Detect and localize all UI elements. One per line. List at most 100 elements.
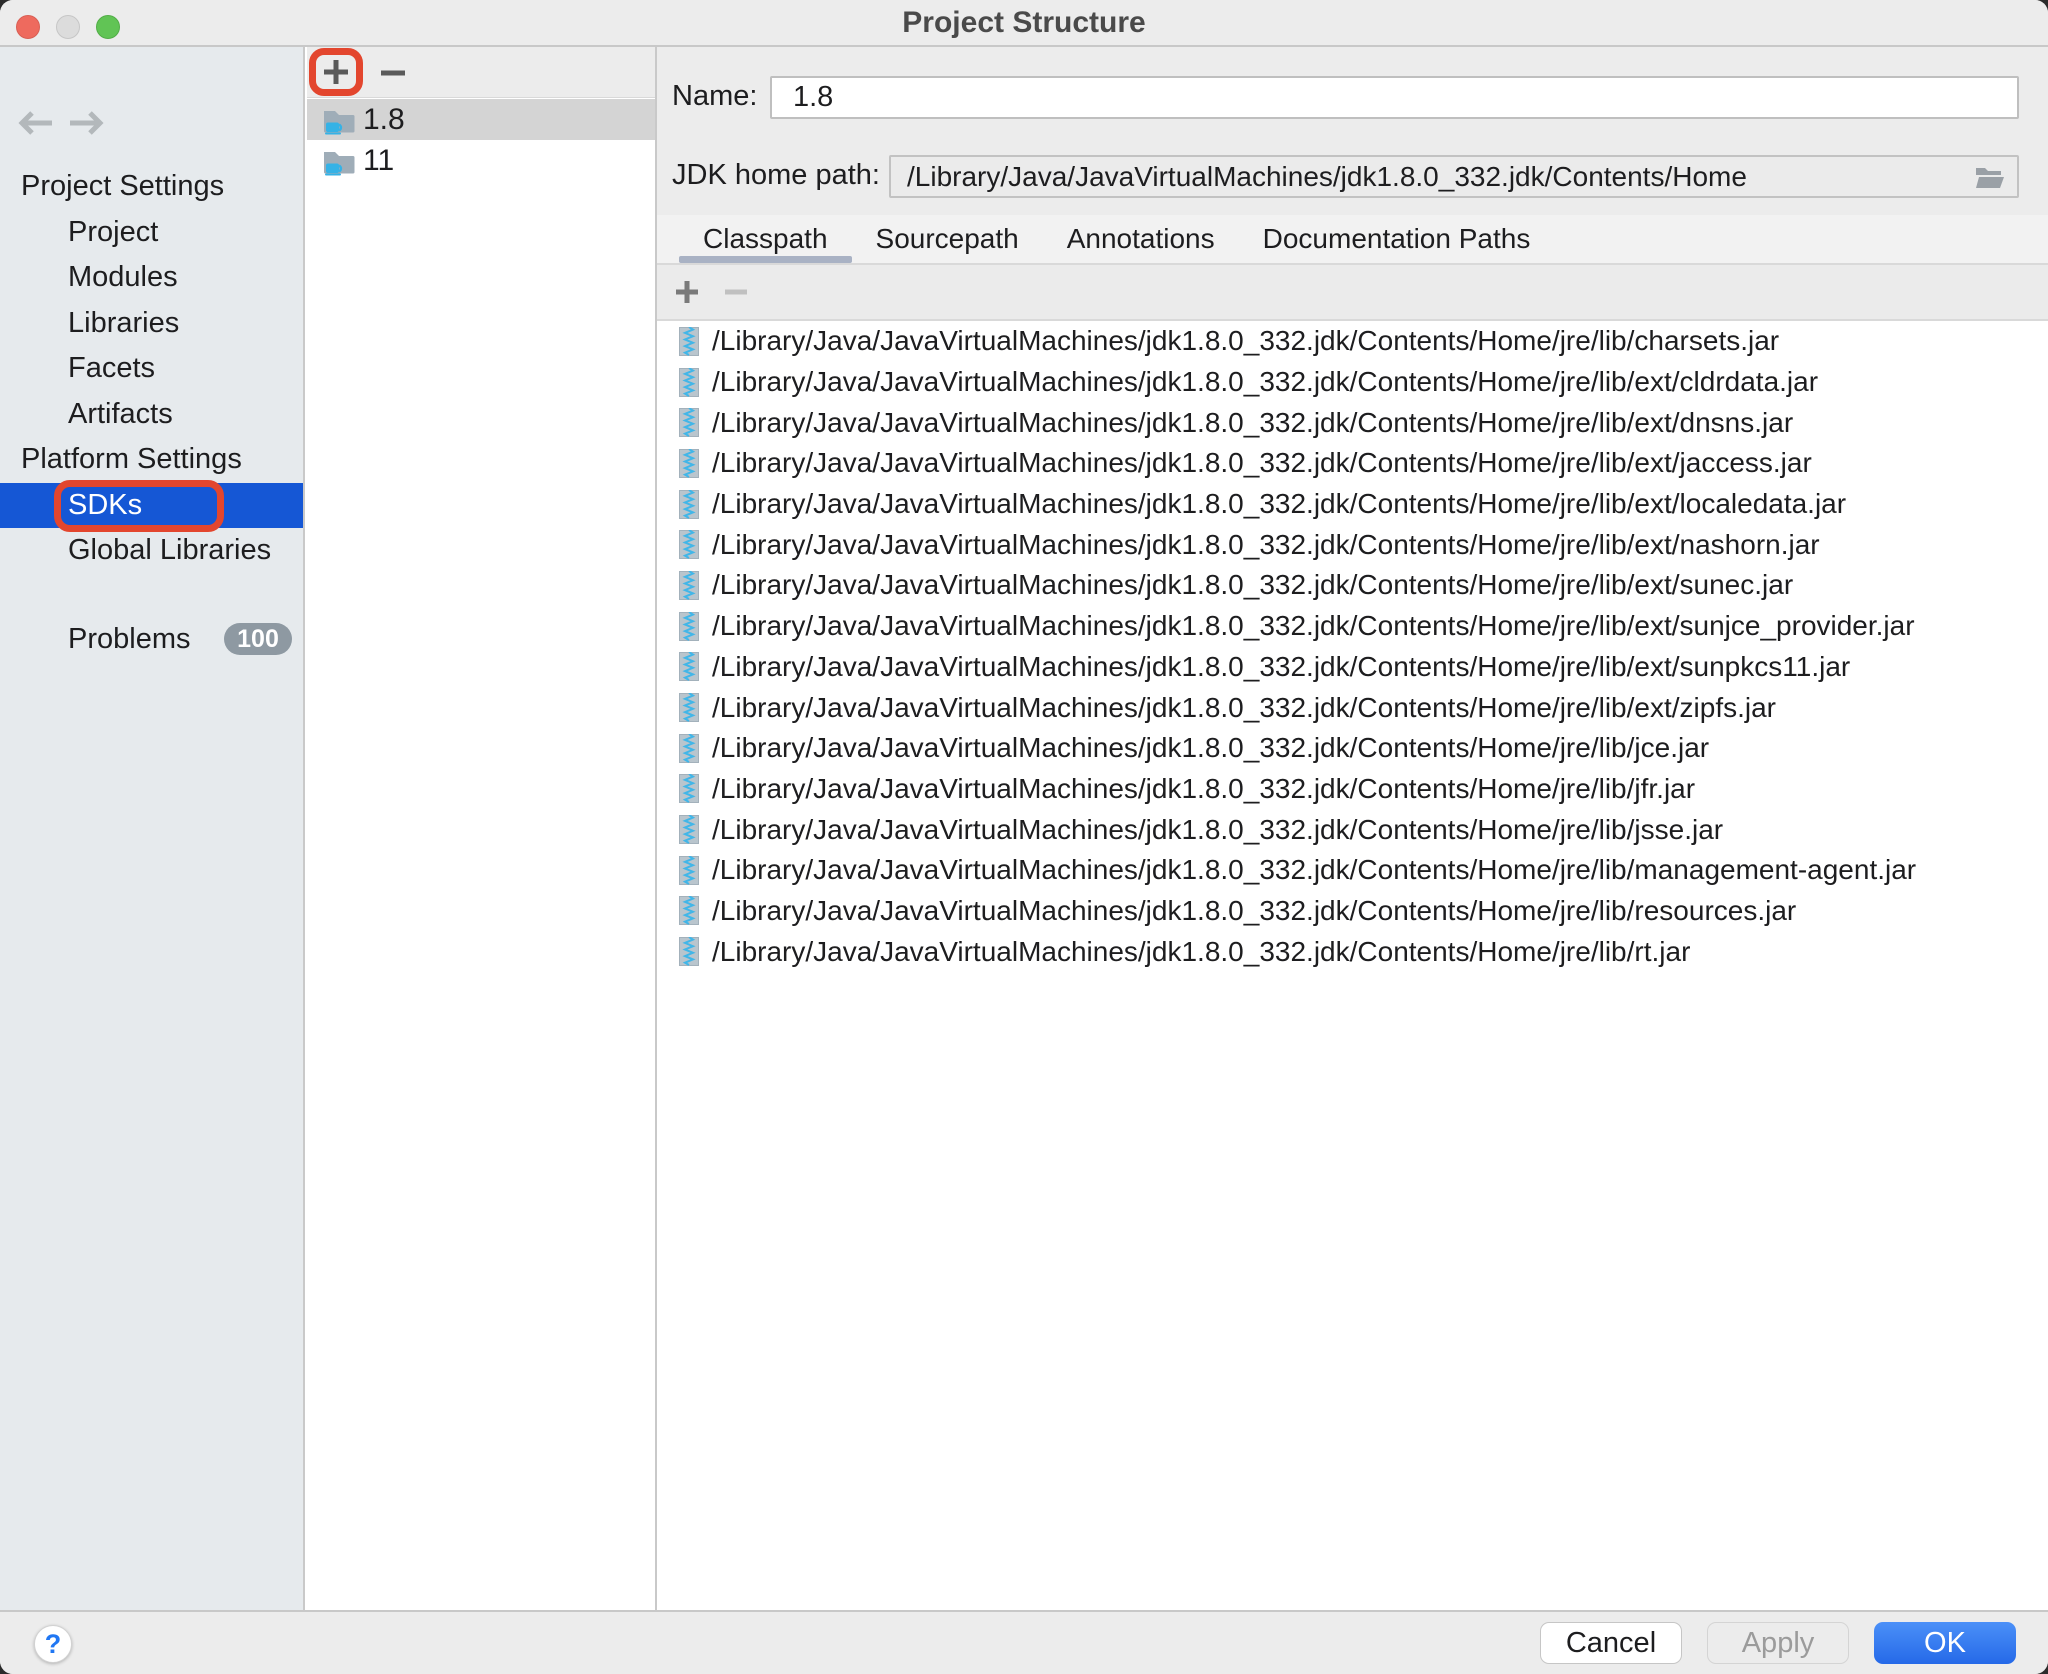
sidebar-item-project-settings[interactable]: Project Settings — [0, 164, 303, 210]
jar-path-text: /Library/Java/JavaVirtualMachines/jdk1.8… — [712, 692, 1776, 724]
sdk-config-area: Name: 1.8 JDK home path: /Library/Java/J… — [657, 47, 2048, 215]
jdk-home-path-label: JDK home path: — [672, 159, 880, 192]
ok-button[interactable]: OK — [1874, 1622, 2016, 1664]
sidebar-item-global-libraries[interactable]: Global Libraries — [0, 528, 303, 574]
jar-row[interactable]: /Library/Java/JavaVirtualMachines/jdk1.8… — [657, 443, 2048, 484]
jar-archive-icon — [679, 937, 699, 966]
jar-archive-icon — [679, 490, 699, 519]
minus-icon — [724, 289, 748, 295]
sidebar-item-label: SDKs — [68, 489, 142, 522]
jar-row[interactable]: /Library/Java/JavaVirtualMachines/jdk1.8… — [657, 524, 2048, 565]
jar-archive-icon — [679, 449, 699, 478]
jar-row[interactable]: /Library/Java/JavaVirtualMachines/jdk1.8… — [657, 850, 2048, 891]
sidebar-item-platform-settings[interactable]: Platform Settings — [0, 437, 303, 483]
sidebar-item-sdks[interactable]: SDKs — [0, 483, 303, 529]
name-input[interactable]: 1.8 — [770, 76, 2019, 119]
jdk-home-path-input[interactable]: /Library/Java/JavaVirtualMachines/jdk1.8… — [889, 155, 2019, 198]
sdk-list-panel: 1.8 11 — [307, 47, 657, 1610]
jar-row[interactable]: /Library/Java/JavaVirtualMachines/jdk1.8… — [657, 809, 2048, 850]
plus-icon — [674, 279, 700, 305]
sidebar-item-label: Global Libraries — [68, 534, 271, 567]
jar-archive-icon — [679, 652, 699, 681]
sdk-list-item[interactable]: 11 — [307, 140, 655, 181]
jar-row[interactable]: /Library/Java/JavaVirtualMachines/jdk1.8… — [657, 565, 2048, 606]
jar-row[interactable]: /Library/Java/JavaVirtualMachines/jdk1.8… — [657, 647, 2048, 688]
jar-row[interactable]: /Library/Java/JavaVirtualMachines/jdk1.8… — [657, 769, 2048, 810]
jar-path-text: /Library/Java/JavaVirtualMachines/jdk1.8… — [712, 366, 1818, 398]
window-title: Project Structure — [0, 0, 2048, 45]
jar-path-text: /Library/Java/JavaVirtualMachines/jdk1.8… — [712, 732, 1709, 764]
add-sdk-annotation-box — [309, 48, 363, 96]
jar-path-text: /Library/Java/JavaVirtualMachines/jdk1.8… — [712, 529, 1820, 561]
jar-path-text: /Library/Java/JavaVirtualMachines/jdk1.8… — [712, 854, 1916, 886]
tab-sourcepath[interactable]: Sourcepath — [852, 215, 1043, 263]
jar-row[interactable]: /Library/Java/JavaVirtualMachines/jdk1.8… — [657, 891, 2048, 932]
titlebar: Project Structure — [0, 0, 2048, 47]
jdk-home-path-value: /Library/Java/JavaVirtualMachines/jdk1.8… — [907, 161, 1747, 193]
jar-archive-icon — [679, 368, 699, 397]
remove-sdk-button[interactable] — [373, 47, 413, 98]
jar-archive-icon — [679, 856, 699, 885]
jar-archive-icon — [679, 612, 699, 641]
classpath-tab-bar: ClasspathSourcepathAnnotations Documentat… — [657, 215, 2048, 263]
jar-archive-icon — [679, 815, 699, 844]
forward-arrow-icon[interactable] — [70, 113, 100, 133]
add-sdk-button[interactable] — [321, 57, 351, 87]
jar-path-text: /Library/Java/JavaVirtualMachines/jdk1.8… — [712, 488, 1846, 520]
help-button[interactable]: ? — [34, 1625, 72, 1663]
java-cup-icon — [325, 122, 341, 134]
jar-archive-icon — [679, 896, 699, 925]
sdk-items: 1.8 11 — [307, 99, 655, 181]
sidebar-item-label: Project Settings — [21, 170, 224, 203]
tab-annotations[interactable]: Annotations — [1043, 215, 1239, 263]
tab-classpath[interactable]: Classpath — [679, 215, 852, 263]
sdk-list-item[interactable]: 1.8 — [307, 99, 655, 140]
jar-archive-icon — [679, 693, 699, 722]
cancel-button[interactable]: Cancel — [1540, 1622, 1682, 1664]
jar-row[interactable]: /Library/Java/JavaVirtualMachines/jdk1.8… — [657, 321, 2048, 362]
jar-row[interactable]: /Library/Java/JavaVirtualMachines/jdk1.8… — [657, 728, 2048, 769]
jar-path-text: /Library/Java/JavaVirtualMachines/jdk1.8… — [712, 895, 1796, 927]
sidebar-item-libraries[interactable]: Libraries — [0, 301, 303, 347]
sidebar-item-artifacts[interactable]: Artifacts — [0, 392, 303, 438]
sidebar-item-facets[interactable]: Facets — [0, 346, 303, 392]
jar-path-text: /Library/Java/JavaVirtualMachines/jdk1.8… — [712, 651, 1850, 683]
jar-row[interactable]: /Library/Java/JavaVirtualMachines/jdk1.8… — [657, 484, 2048, 525]
sidebar-item-label: Libraries — [68, 307, 179, 340]
jar-path-text: /Library/Java/JavaVirtualMachines/jdk1.8… — [712, 610, 1915, 642]
apply-button[interactable]: Apply — [1707, 1622, 1849, 1664]
jar-row[interactable]: /Library/Java/JavaVirtualMachines/jdk1.8… — [657, 402, 2048, 443]
jar-archive-icon — [679, 774, 699, 803]
sidebar-item-label: Artifacts — [68, 398, 173, 431]
project-structure-dialog: Project Structure Project Settings Projec… — [0, 0, 2048, 1674]
classpath-toolbar — [657, 263, 2048, 321]
sdk-list-toolbar — [307, 47, 655, 98]
jar-archive-icon — [679, 408, 699, 437]
back-arrow-icon[interactable] — [22, 113, 52, 133]
sdk-item-label: 1.8 — [363, 103, 405, 137]
remove-classpath-entry-button[interactable] — [721, 265, 751, 319]
browse-folder-icon[interactable] — [1975, 166, 2005, 190]
jdk-folder-icon — [322, 105, 355, 135]
name-value: 1.8 — [793, 81, 833, 114]
tab-documentation-paths[interactable]: Documentation Paths — [1239, 215, 1555, 263]
jar-row[interactable]: /Library/Java/JavaVirtualMachines/jdk1.8… — [657, 687, 2048, 728]
java-cup-icon — [325, 163, 341, 175]
sidebar-item-modules[interactable]: Modules — [0, 255, 303, 301]
add-classpath-entry-button[interactable] — [672, 265, 702, 319]
name-field-label: Name: — [672, 80, 757, 113]
jar-row[interactable]: /Library/Java/JavaVirtualMachines/jdk1.8… — [657, 931, 2048, 972]
sidebar-item-project[interactable]: Project — [0, 210, 303, 256]
sidebar-item-problems[interactable]: Problems 100 — [0, 616, 303, 662]
sidebar-item-label: Platform Settings — [21, 443, 242, 476]
jar-row[interactable]: /Library/Java/JavaVirtualMachines/jdk1.8… — [657, 606, 2048, 647]
jar-path-text: /Library/Java/JavaVirtualMachines/jdk1.8… — [712, 325, 1779, 357]
jar-path-text: /Library/Java/JavaVirtualMachines/jdk1.8… — [712, 569, 1793, 601]
jdk-folder-icon — [322, 146, 355, 176]
jar-path-text: /Library/Java/JavaVirtualMachines/jdk1.8… — [712, 814, 1723, 846]
tab-label: Documentation Paths — [1263, 223, 1531, 255]
problems-label: Problems — [68, 623, 191, 656]
minus-icon — [380, 70, 406, 76]
jar-row[interactable]: /Library/Java/JavaVirtualMachines/jdk1.8… — [657, 362, 2048, 403]
history-nav-arrows — [14, 107, 106, 139]
